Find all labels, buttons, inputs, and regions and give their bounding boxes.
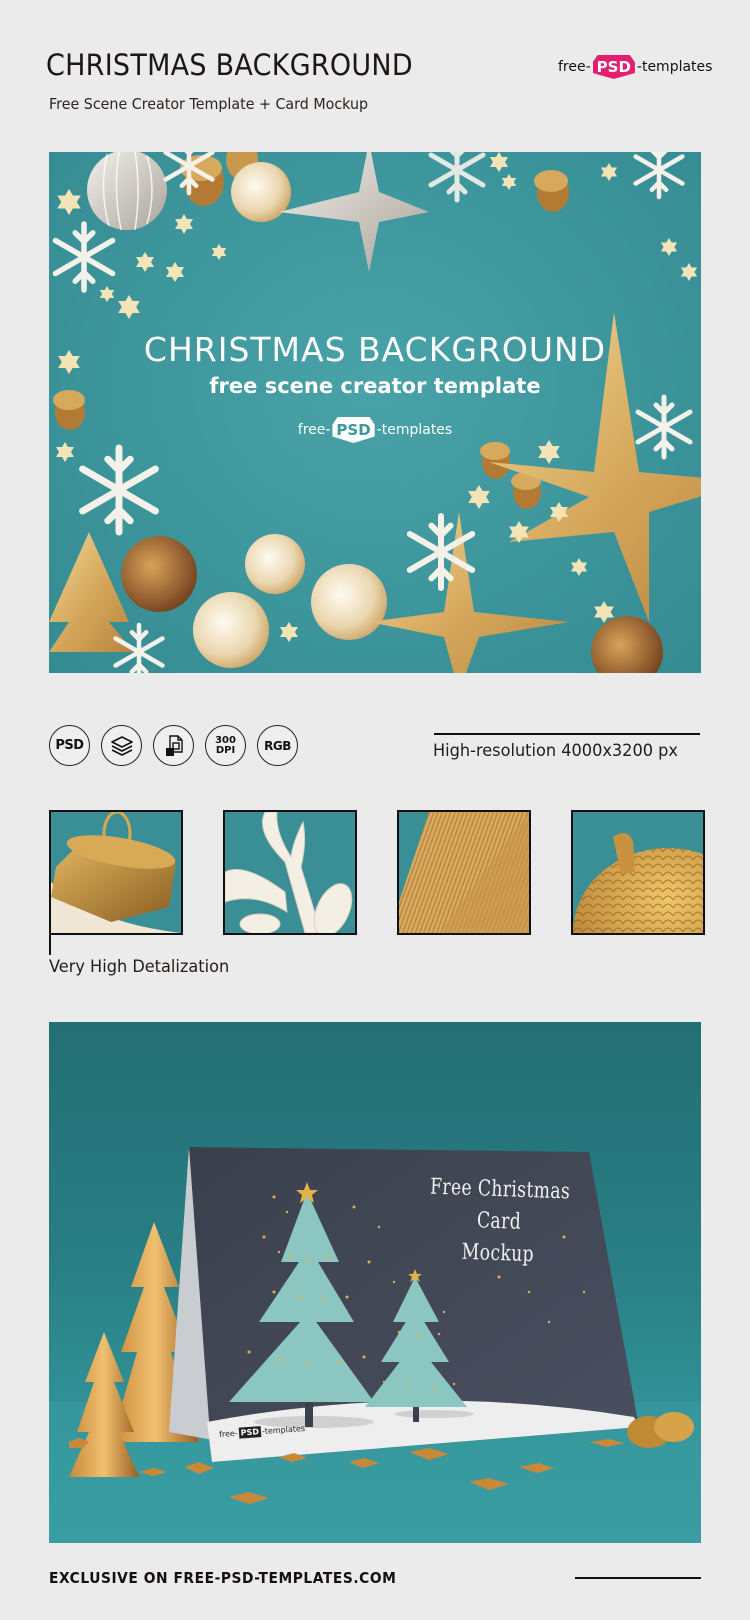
footer-divider xyxy=(575,1577,701,1579)
card-brand-left: free- xyxy=(218,1428,239,1439)
feature-badges: PSD 300 DPI RGB xyxy=(49,725,298,766)
thumbnail-gold-star-texture xyxy=(397,810,531,935)
card-brand-right: -templates xyxy=(261,1424,306,1436)
card-title-line1: Free Christmas Card xyxy=(429,1174,571,1235)
hero-brand-left: free- xyxy=(297,422,331,438)
card-mockup-image: Free Christmas Card Mockup free- PSD -te… xyxy=(49,1022,701,1543)
hero-subtitle: free scene creator template xyxy=(209,374,541,398)
rgb-icon: RGB xyxy=(257,725,298,766)
resolution-text: High-resolution 4000x3200 px xyxy=(433,741,678,761)
card-mockup-scene xyxy=(49,1147,701,1543)
resolution-divider xyxy=(434,733,700,735)
layers-icon xyxy=(101,725,142,766)
detail-caption: Very High Detalization xyxy=(49,957,230,977)
thumbnail-ornament-cap xyxy=(49,810,183,935)
dpi-unit: DPI xyxy=(215,744,236,756)
hero-title: CHRISTMAS BACKGROUND xyxy=(143,330,607,369)
page-subtitle: Free Scene Creator Template + Card Mocku… xyxy=(49,95,369,113)
footer-exclusive-link[interactable]: EXCLUSIVE ON FREE-PSD-TEMPLATES.COM xyxy=(49,1569,396,1587)
hero-preview-image: CHRISTMAS BACKGROUND free scene creator … xyxy=(49,152,701,673)
marble-ornament xyxy=(231,162,291,222)
dpi-icon: 300 DPI xyxy=(205,725,246,766)
detail-caption-divider xyxy=(49,935,51,955)
thumbnail-gold-acorn xyxy=(571,810,705,935)
rgb-badge-label: RGB xyxy=(264,738,291,753)
card-title-line2: Mockup xyxy=(461,1239,535,1268)
bronze-ornament xyxy=(121,536,197,612)
card-brand-psd: PSD xyxy=(238,1426,262,1439)
smart-object-icon xyxy=(153,725,194,766)
gold-tree xyxy=(49,532,134,652)
silver-ornament xyxy=(87,152,167,230)
page-title: CHRISTMAS BACKGROUND xyxy=(46,48,413,82)
hero-brand-logo: free- PSD -templates xyxy=(49,417,701,443)
card-title: Free Christmas Card Mockup xyxy=(404,1171,594,1273)
dpi-value: 300 xyxy=(215,734,236,746)
hero-brand-psd-badge: PSD xyxy=(332,417,375,443)
thumbnail-snowflake-detail xyxy=(223,810,357,935)
psd-icon: PSD xyxy=(49,725,90,766)
hero-brand-right: -templates xyxy=(376,422,453,438)
brand-logo-psd-badge: PSD xyxy=(592,55,635,79)
brand-logo-right: -templates xyxy=(636,59,713,75)
psd-badge-label: PSD xyxy=(55,738,84,753)
brand-logo[interactable]: free- PSD -templates xyxy=(558,55,712,79)
silver-star xyxy=(279,152,429,272)
hero-decorations xyxy=(49,152,701,673)
brand-logo-left: free- xyxy=(558,59,591,75)
